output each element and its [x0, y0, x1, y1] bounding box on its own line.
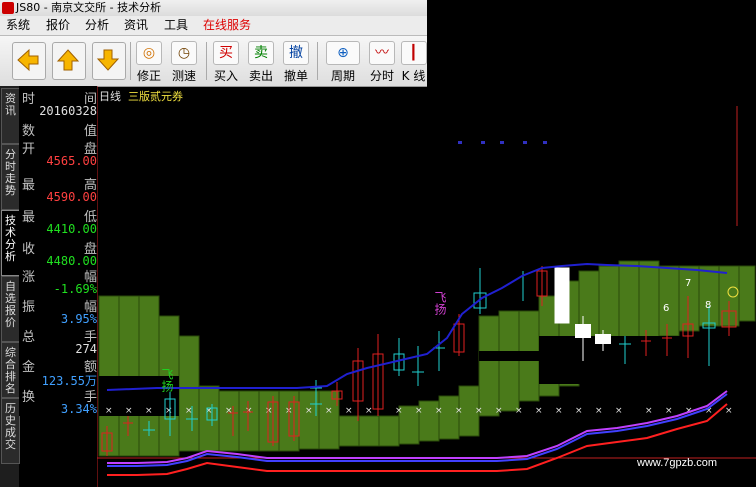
marker-7: 7 [685, 278, 691, 289]
annotation-feiyang-1: 飞扬 [160, 368, 174, 392]
title-bar: JS80 - 南京文交所 - 技术分析 [0, 0, 427, 16]
arrow-up-icon [56, 49, 80, 71]
svg-text:×: × [535, 406, 543, 416]
speedtest-label: 测速 [171, 69, 196, 83]
amplitude-value: 3.95% [60, 312, 97, 326]
low-value: 4410.00 [46, 222, 97, 236]
top-markers [458, 141, 547, 144]
kline-button[interactable]: ┃ K 线 [400, 39, 427, 83]
buy-label: 买入 [213, 69, 238, 83]
period-button[interactable]: ⊕ 周期 [322, 39, 364, 83]
kline-label: K 线 [401, 69, 426, 83]
period-icon: ⊕ [326, 41, 360, 65]
time-value: 20160328 [39, 104, 97, 118]
toolbar: ◎ 修正 ◷ 测速 买 买入 卖 卖出 撤 撤单 ⊕ 周期 〰 分时 ┃ K 线 [0, 36, 427, 87]
watermark: www.7gpzb.com [637, 457, 718, 469]
svg-text:×: × [615, 406, 623, 416]
period-label: 周期 [330, 69, 355, 83]
marker-6: 6 [663, 303, 669, 314]
svg-text:×: × [145, 406, 153, 416]
timeshare-button[interactable]: 〰 分时 [365, 39, 399, 83]
tab-technical-analysis[interactable]: 技术分析 [1, 210, 20, 276]
svg-text:×: × [365, 406, 373, 416]
svg-text:×: × [345, 406, 353, 416]
svg-text:×: × [225, 406, 233, 416]
svg-text:×: × [265, 406, 273, 416]
sell-label: 卖出 [248, 69, 273, 83]
buy-button[interactable]: 买 买入 [209, 39, 243, 83]
svg-text:×: × [325, 406, 333, 416]
open-value: 4565.00 [46, 154, 97, 168]
kline-chart[interactable]: × × × × × × × × × × × × × × × × × × × × × × × × × × × × × × × [97, 86, 756, 487]
svg-text:×: × [725, 406, 733, 416]
turnover-value: 3.34% [60, 402, 97, 416]
refresh-icon: ◎ [136, 41, 162, 65]
svg-text:×: × [475, 406, 483, 416]
svg-text:×: × [305, 406, 313, 416]
menu-quote[interactable]: 报价 [46, 16, 70, 35]
value-key: 数 [22, 124, 36, 139]
up-button[interactable] [52, 42, 86, 80]
tab-ranking[interactable]: 综合排名 [1, 342, 20, 398]
down-button[interactable] [92, 42, 126, 80]
sell-icon: 卖 [248, 41, 274, 65]
cancel-order-button[interactable]: 撤 撤单 [279, 39, 313, 83]
menu-analysis[interactable]: 分析 [85, 16, 109, 35]
sell-button[interactable]: 卖 卖出 [244, 39, 278, 83]
svg-text:×: × [165, 406, 173, 416]
svg-text:×: × [395, 406, 403, 416]
svg-text:×: × [125, 406, 133, 416]
menu-online-service[interactable]: 在线服务 [203, 16, 251, 35]
svg-text:×: × [105, 406, 113, 416]
svg-text:×: × [415, 406, 423, 416]
arrow-left-icon [17, 48, 39, 72]
buy-icon: 买 [213, 41, 239, 65]
timeshare-label: 分时 [369, 69, 394, 83]
cancel-order-label: 撤单 [283, 69, 308, 83]
svg-text:×: × [665, 406, 673, 416]
high-value: 4590.00 [46, 190, 97, 204]
back-button[interactable] [12, 42, 46, 80]
cancel-icon: 撤 [283, 41, 309, 65]
tab-news[interactable]: 资讯 [1, 88, 20, 144]
kline-icon: ┃ [400, 41, 427, 65]
annotation-feiyang-2: 飞扬 [433, 291, 447, 315]
menu-news[interactable]: 资讯 [124, 16, 148, 35]
clock-icon: ◷ [171, 41, 197, 65]
side-tab-bar: 资讯 分时走势 技术分析 自选报价 综合排名 历史成交 [0, 86, 20, 487]
svg-text:×: × [595, 406, 603, 416]
svg-text:×: × [185, 406, 193, 416]
svg-text:×: × [245, 406, 253, 416]
svg-text:×: × [455, 406, 463, 416]
svg-text:×: × [515, 406, 523, 416]
svg-text:×: × [645, 406, 653, 416]
value-key-2: 值 [83, 124, 97, 139]
volume-value: 274 [75, 342, 97, 356]
tab-history[interactable]: 历史成交 [1, 398, 20, 464]
svg-text:×: × [495, 406, 503, 416]
menu-tools[interactable]: 工具 [164, 16, 188, 35]
app-logo-icon [2, 2, 14, 14]
menu-system[interactable]: 系统 [6, 16, 30, 35]
svg-text:×: × [435, 406, 443, 416]
timeshare-icon: 〰 [369, 41, 395, 65]
change-value: -1.69% [53, 282, 97, 296]
svg-text:×: × [555, 406, 563, 416]
window-title: JS80 - 南京文交所 - 技术分析 [16, 1, 162, 14]
arrow-down-icon [96, 49, 120, 71]
menu-bar: 系统 报价 分析 资讯 工具 在线服务 [0, 16, 427, 36]
speedtest-button[interactable]: ◷ 测速 [167, 39, 201, 83]
tab-watchlist[interactable]: 自选报价 [1, 276, 20, 342]
svg-text:×: × [575, 406, 583, 416]
marker-8: 8 [705, 300, 711, 311]
correct-button[interactable]: ◎ 修正 [132, 39, 166, 83]
correct-label: 修正 [136, 69, 161, 83]
tab-timeshare[interactable]: 分时走势 [1, 144, 20, 210]
quote-info-panel: 时间 20160328 数值 开盘 4565.00 最高 4590.00 最低 … [19, 86, 97, 416]
